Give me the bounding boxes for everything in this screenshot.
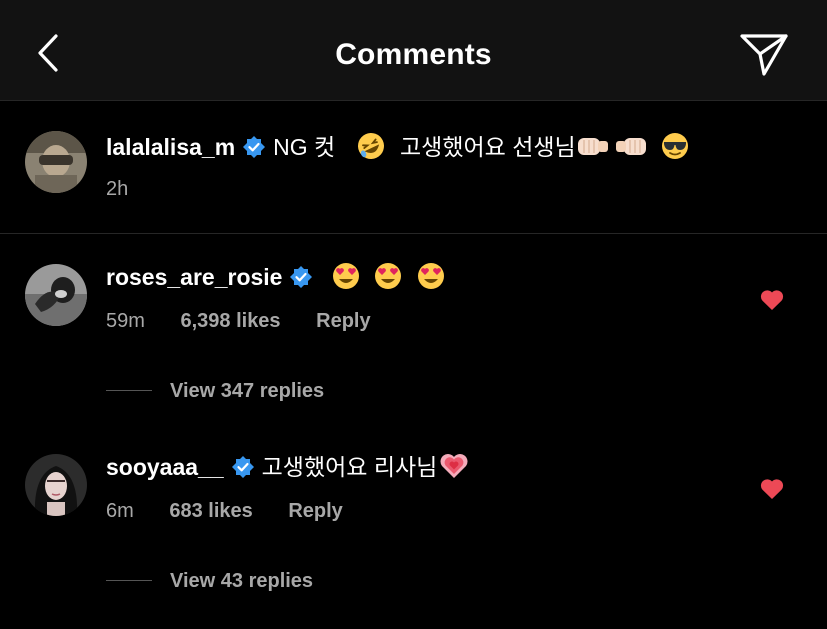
view-replies-button[interactable]: View 347 replies — [106, 380, 324, 403]
avatar[interactable] — [25, 264, 87, 326]
heart-icon[interactable] — [759, 288, 785, 312]
paper-plane-icon — [740, 34, 788, 76]
right-fist-icon — [577, 138, 608, 155]
heart-eyes-emoji-icon — [332, 263, 359, 289]
share-button[interactable] — [738, 28, 790, 80]
page-title: Comments — [335, 38, 492, 71]
comment-text-2: 고생했어요 선생님 — [400, 134, 576, 160]
view-replies-label: View 43 replies — [170, 570, 314, 592]
avatar[interactable] — [25, 454, 87, 516]
heart-icon[interactable] — [759, 477, 785, 501]
comment-item: roses_are_rosie 59m 6,398 likes Reply Vi… — [0, 234, 827, 424]
view-replies-button[interactable]: View 43 replies — [106, 570, 313, 593]
replies-line — [106, 390, 152, 391]
comment-text: NG 컷 — [273, 134, 336, 160]
comment-item: sooyaaa__ 고생했어요 리사님 6m 683 likes Reply V… — [0, 424, 827, 629]
comment-time: 6m — [106, 500, 134, 522]
reply-button[interactable]: Reply — [316, 310, 370, 333]
likes-count[interactable]: 6,398 likes — [180, 310, 280, 333]
heart-eyes-emoji-icon — [375, 263, 402, 289]
heart-eyes-emoji-icon — [417, 263, 444, 289]
header-bar: Comments — [0, 0, 827, 101]
verified-badge-icon — [290, 266, 313, 288]
rofl-emoji-icon — [357, 133, 384, 159]
comment-username[interactable]: lalalalisa_m — [106, 134, 235, 160]
likes-count[interactable]: 683 likes — [169, 500, 252, 523]
reply-button[interactable]: Reply — [288, 500, 342, 523]
post-caption: lalalalisa_m NG 컷 고생했어요 선생님 2h — [0, 100, 827, 233]
verified-badge-icon — [231, 456, 254, 478]
sunglasses-emoji-icon — [662, 133, 689, 159]
verified-badge-icon — [243, 136, 266, 158]
comment-text: 고생했어요 리사님 — [261, 454, 438, 480]
growing-heart-emoji-icon — [440, 454, 468, 478]
comment-username[interactable]: sooyaaa__ — [106, 454, 224, 480]
replies-line — [106, 580, 152, 581]
comment-time: 59m — [106, 310, 145, 332]
left-fist-icon — [615, 138, 646, 155]
view-replies-label: View 347 replies — [170, 380, 325, 402]
comment-username[interactable]: roses_are_rosie — [106, 264, 282, 290]
avatar[interactable] — [25, 131, 87, 193]
comment-time: 2h — [106, 178, 129, 200]
